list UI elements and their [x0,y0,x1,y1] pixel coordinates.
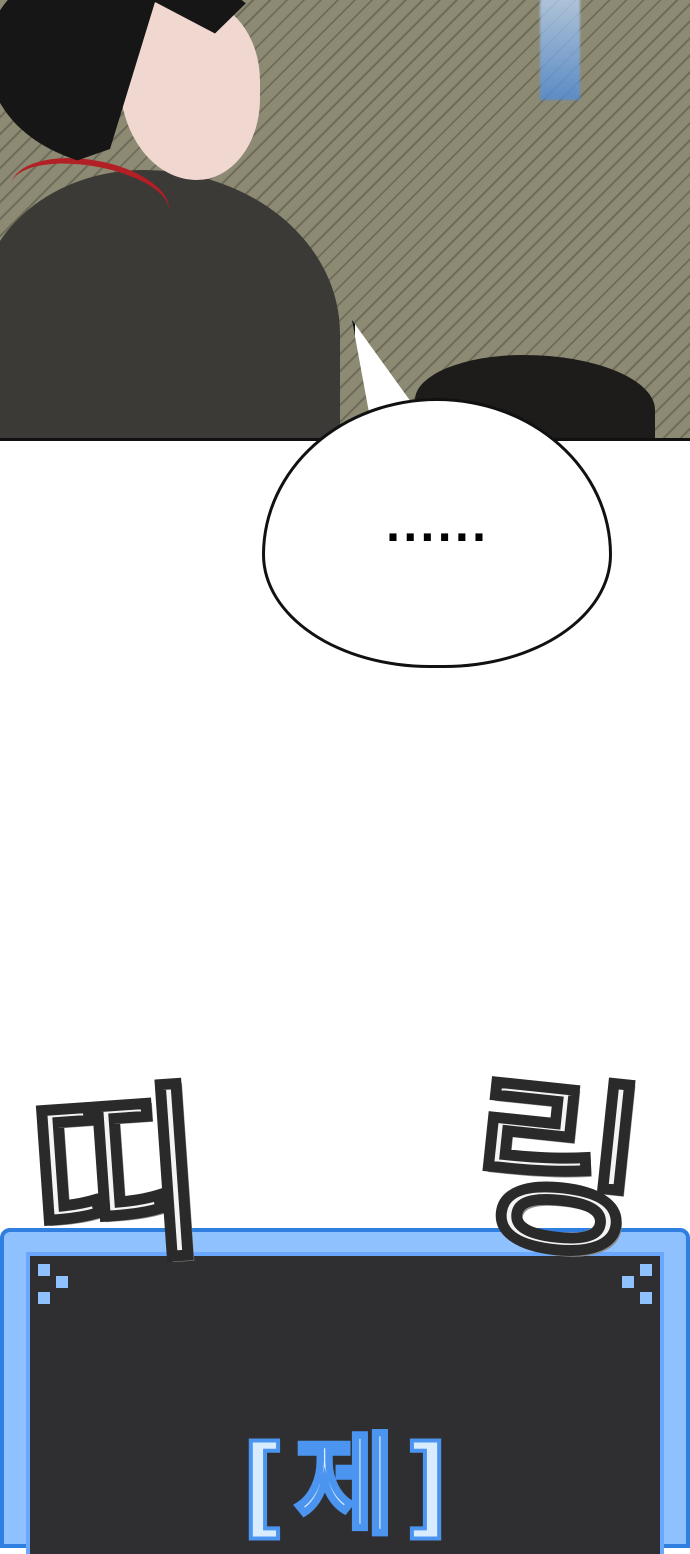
sound-effect-syllable: 띠 [20,1061,215,1299]
corner-ornament [640,1264,652,1276]
system-window-title: [제] [226,1422,464,1550]
system-window-inner: [제] [26,1252,664,1554]
sound-effect-syllable: 링 [456,1048,658,1291]
corner-ornament [640,1292,652,1304]
comic-panel-top [0,0,690,441]
speech-bubble-text: ...... [385,505,489,551]
light-streak [540,0,580,100]
